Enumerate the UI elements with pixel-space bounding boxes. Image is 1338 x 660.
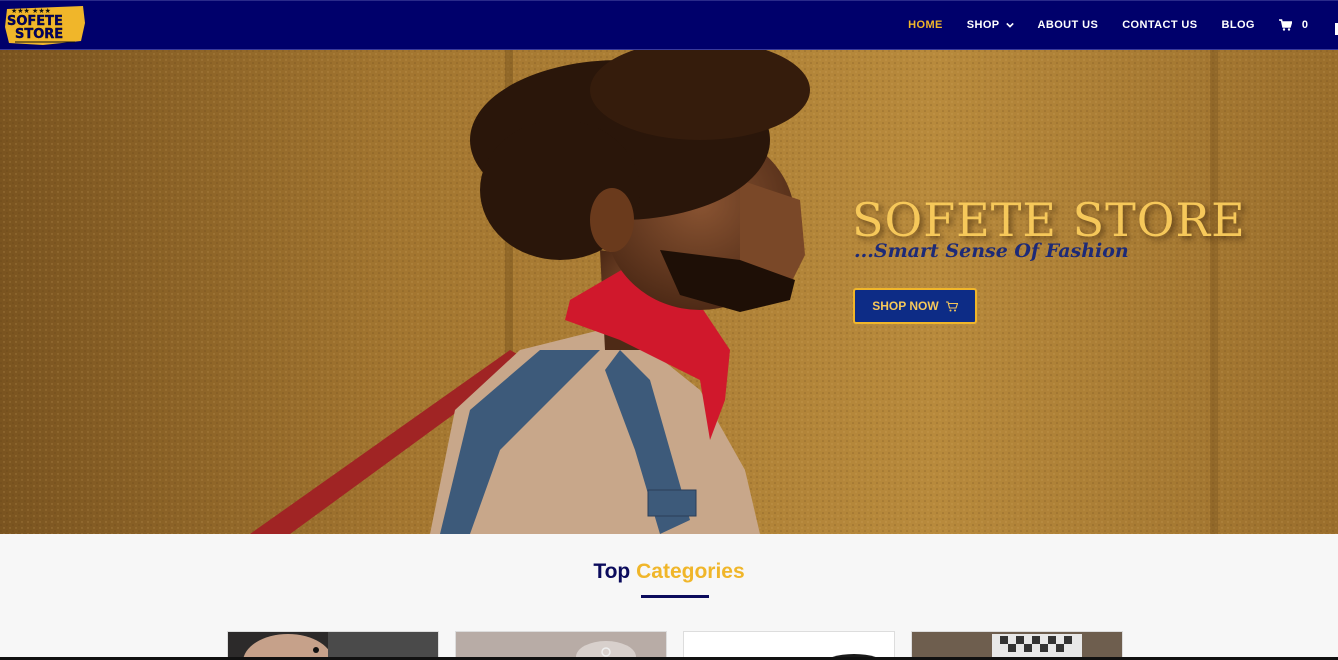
nav-home-label: HOME	[908, 19, 943, 31]
nav-blog[interactable]: BLOG	[1221, 19, 1254, 31]
cart-button[interactable]: 0	[1278, 19, 1308, 31]
category-image	[456, 632, 666, 660]
shop-now-button[interactable]: SHOP NOW	[853, 288, 977, 324]
nav-contact-label: CONTACT US	[1122, 19, 1198, 31]
nav-about-us[interactable]: ABOUT US	[1038, 19, 1099, 31]
category-image	[912, 632, 1122, 660]
hero-banner: SOFETE STORE ...Smart Sense Of Fashion S…	[0, 50, 1338, 534]
store-logo[interactable]: ★★★ ★★★ SOFETE STORE	[3, 3, 87, 47]
nav-contact-us[interactable]: CONTACT US	[1122, 19, 1197, 31]
category-card[interactable]	[227, 631, 439, 660]
nav-shop-label: SHOP	[966, 19, 1000, 31]
category-cards	[227, 631, 1139, 660]
category-card[interactable]	[911, 631, 1123, 660]
logo-text-bottom: STORE	[15, 27, 63, 42]
shopping-cart-icon	[945, 300, 958, 311]
site-header: ★★★ ★★★ SOFETE STORE HOME SHOP ABOUT US …	[0, 0, 1338, 50]
heading-underline	[641, 595, 709, 598]
nav-home[interactable]: HOME	[908, 19, 943, 31]
hero-title: SOFETE STORE	[852, 193, 1246, 247]
hero-image	[0, 50, 1338, 534]
nav-shop[interactable]: SHOP	[967, 19, 1014, 31]
heading-word-categories: Categories	[636, 560, 745, 583]
top-categories-heading: Top Categories	[0, 560, 1338, 584]
category-image	[228, 632, 438, 660]
cart-count: 0	[1301, 19, 1308, 31]
nav-blog-label: BLOG	[1221, 19, 1255, 31]
category-card[interactable]	[455, 631, 667, 660]
category-card[interactable]	[683, 631, 895, 660]
main-nav: HOME SHOP ABOUT US CONTACT US BLOG 0	[884, 1, 1308, 49]
cart-icon	[1278, 19, 1292, 31]
chevron-down-icon	[1005, 22, 1014, 28]
hero-tagline: ...Smart Sense Of Fashion	[854, 240, 1129, 262]
category-image	[684, 632, 894, 660]
heading-word-top: Top	[593, 560, 631, 583]
shop-now-label: SHOP NOW	[872, 299, 939, 313]
nav-about-label: ABOUT US	[1037, 19, 1099, 31]
